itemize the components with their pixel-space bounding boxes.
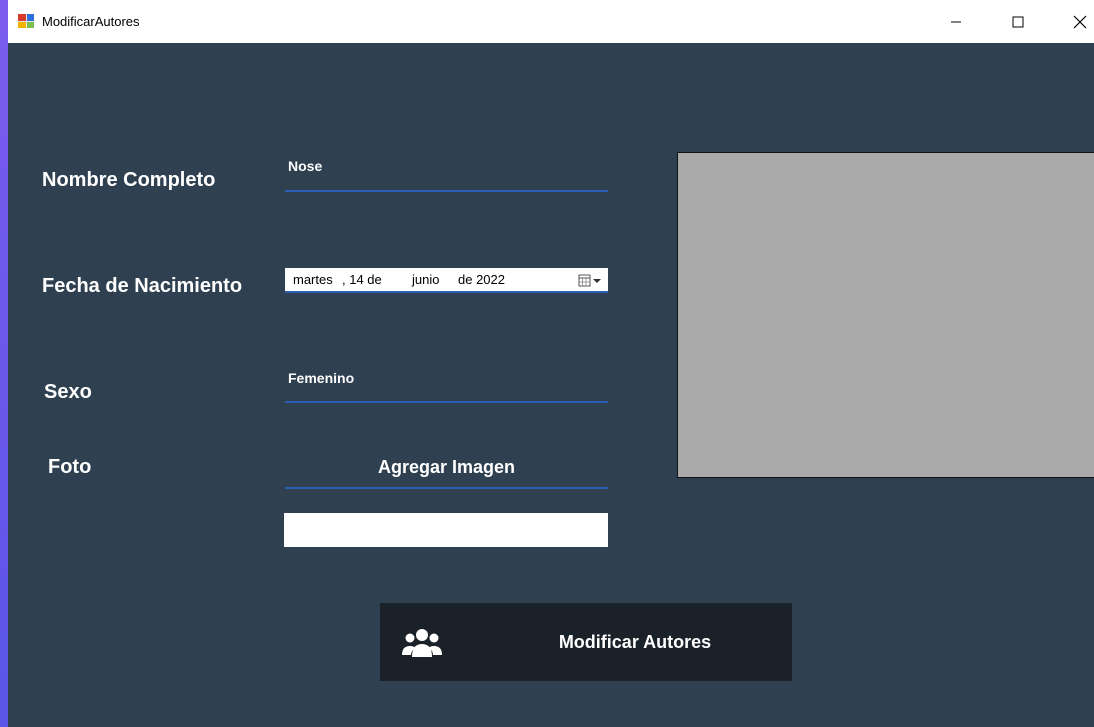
fecha-weekday[interactable]: martes (293, 272, 333, 287)
sexo-input[interactable]: Femenino (288, 370, 354, 386)
maximize-button[interactable] (995, 0, 1041, 43)
app-icon (18, 14, 34, 28)
calendar-dropdown-icon[interactable] (578, 274, 602, 287)
author-picture-box (677, 152, 1094, 478)
sexo-label: Sexo (44, 381, 92, 403)
fecha-label: Fecha de Nacimiento (42, 275, 243, 297)
app-window: ModificarAutores Nombre Completo Nose Fe… (8, 0, 1094, 727)
close-icon (1073, 15, 1087, 28)
modificar-autores-button[interactable]: Modificar Autores (380, 603, 792, 681)
modificar-autores-label: Modificar Autores (558, 631, 712, 652)
users-icon (402, 629, 442, 657)
nombre-underline (285, 190, 608, 192)
nombre-label: Nombre Completo (42, 169, 216, 191)
foto-label: Foto (48, 456, 92, 478)
close-button[interactable] (1057, 0, 1094, 43)
minimize-button[interactable] (933, 0, 979, 43)
title-bar: ModificarAutores (8, 0, 1094, 43)
fecha-month[interactable]: junio (412, 272, 439, 287)
fecha-year[interactable]: de 2022 (458, 272, 505, 287)
minimize-icon (951, 21, 961, 22)
fecha-datepicker[interactable]: martes , 14 de junio de 2022 (285, 268, 608, 293)
maximize-icon (1012, 16, 1024, 27)
window-title: ModificarAutores (42, 14, 140, 29)
foto-path-input[interactable] (284, 513, 608, 547)
nombre-input[interactable]: Nose (288, 158, 322, 174)
sexo-underline (285, 401, 608, 403)
agregar-imagen-button[interactable]: Agregar Imagen (285, 447, 608, 487)
agregar-underline (285, 487, 608, 489)
fecha-day[interactable]: , 14 de (342, 272, 382, 287)
